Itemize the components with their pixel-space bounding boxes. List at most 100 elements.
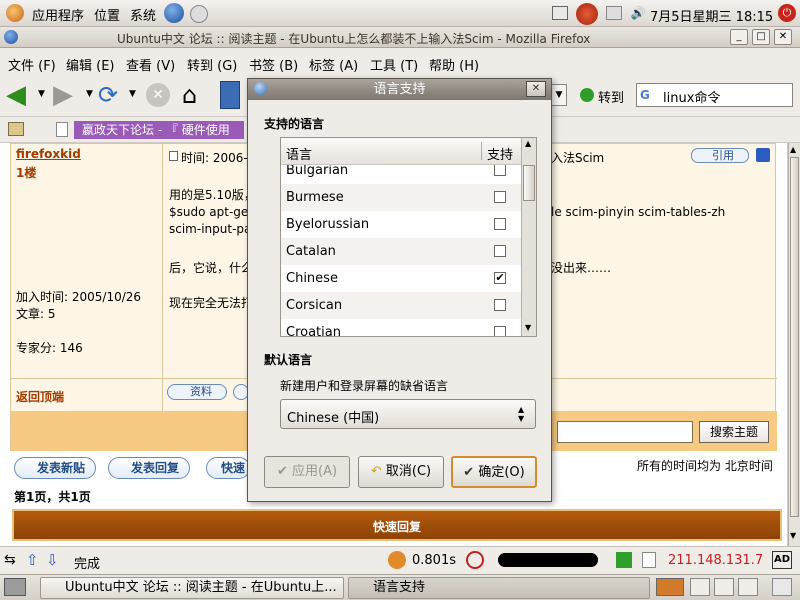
menu-edit[interactable]: 编辑 (E) — [66, 55, 115, 74]
list-scroll-down-icon[interactable]: ▼ — [525, 323, 531, 332]
new-post-button[interactable]: 发表新贴 — [14, 457, 96, 479]
workspace-4[interactable] — [738, 578, 758, 596]
dialog-title-bar[interactable]: 语言支持 ✕ — [248, 79, 551, 100]
ad-badge[interactable]: AD — [772, 551, 792, 569]
menu-places[interactable]: 位置 — [94, 5, 120, 24]
volume-speaker-icon[interactable]: 🔊 — [630, 6, 646, 20]
support-checkbox-checked[interactable]: ✔ — [494, 272, 506, 284]
language-row[interactable]: Corsican — [281, 292, 521, 319]
search-topic-input[interactable] — [557, 421, 693, 443]
taskbar-item-language-support[interactable]: 语言支持 — [348, 577, 650, 599]
search-topic-button[interactable]: 搜索主题 — [699, 421, 769, 443]
profile-button[interactable]: 资料 — [167, 384, 227, 400]
minimize-button[interactable]: _ — [730, 29, 748, 45]
menu-help[interactable]: 帮助 (H) — [429, 55, 479, 74]
post-author[interactable]: firefoxkid — [16, 147, 81, 161]
firefox-launcher-icon[interactable] — [164, 3, 184, 23]
ubuntu-logo-icon[interactable] — [6, 4, 24, 22]
search-box[interactable]: G linux命令 — [636, 83, 793, 107]
scroll-thumb[interactable] — [790, 157, 799, 517]
upload-icon[interactable]: ⇧ — [26, 551, 39, 569]
progress-pill — [498, 553, 598, 567]
go-button[interactable]: 转到 — [598, 87, 624, 106]
scroll-up-icon[interactable]: ▲ — [790, 145, 796, 154]
page-info-icon[interactable] — [616, 552, 632, 568]
show-desktop-icon[interactable] — [4, 578, 26, 596]
menu-view[interactable]: 查看 (V) — [126, 55, 175, 74]
forward-dropdown-icon[interactable]: ▼ — [86, 89, 93, 99]
menu-tools[interactable]: 工具 (T) — [370, 55, 418, 74]
status-text: 完成 — [74, 557, 101, 572]
quote-button[interactable]: 引用 — [691, 148, 749, 163]
bookmark-tab-1[interactable]: 嬴政天下论坛 - 『 硬件使用 — [74, 121, 244, 139]
forward-icon[interactable]: ▶ — [53, 81, 81, 109]
maximize-button[interactable]: □ — [752, 29, 770, 45]
volume-icon[interactable] — [606, 6, 622, 20]
post-body-line3: scim-input-pa — [169, 222, 252, 236]
edit-icon[interactable] — [756, 148, 770, 162]
language-row[interactable]: Byelorussian — [281, 211, 521, 238]
menu-bookmarks[interactable]: 书签 (B) — [249, 55, 298, 74]
menu-go[interactable]: 转到 (G) — [187, 55, 237, 74]
page-scrollbar[interactable]: ▲ ▼ — [788, 143, 800, 546]
adblock-icon[interactable] — [466, 551, 484, 569]
home-icon[interactable]: ⌂ — [182, 81, 210, 109]
workspace-3[interactable] — [714, 578, 734, 596]
search-input[interactable]: linux命令 — [663, 87, 720, 106]
back-to-top-link[interactable]: 返回顶端 — [16, 388, 64, 405]
support-checkbox[interactable] — [494, 245, 506, 257]
back-dropdown-icon[interactable]: ▼ — [38, 89, 45, 99]
reload-icon[interactable]: ⟳ — [98, 81, 126, 109]
workspace-2[interactable] — [690, 578, 710, 596]
clock[interactable]: 7月5日星期三 18:15 — [650, 6, 773, 25]
eject-icon[interactable] — [552, 6, 568, 20]
firebug-icon[interactable] — [388, 551, 406, 569]
bookmark-icon[interactable] — [220, 81, 240, 109]
stop-icon[interactable]: ✕ — [146, 83, 170, 107]
menu-applications[interactable]: 应用程序 — [32, 5, 84, 24]
support-checkbox[interactable] — [494, 191, 506, 203]
connection-icon[interactable]: ⇆ — [4, 552, 16, 568]
support-checkbox[interactable] — [494, 326, 506, 336]
bookmark-folder-icon[interactable] — [8, 122, 24, 136]
reply-button[interactable]: 发表回复 — [108, 457, 190, 479]
bottom-panel: Ubuntu中文 论坛 :: 阅读主题 - 在Ubuntu上... 语言支持 — [0, 574, 800, 600]
reload-dropdown-icon[interactable]: ▼ — [129, 89, 136, 99]
document-icon[interactable] — [642, 552, 656, 568]
language-row[interactable]: Catalan — [281, 238, 521, 265]
language-row[interactable]: Chinese ✔ — [281, 265, 521, 292]
apply-button[interactable]: ✔ 应用(A) — [264, 456, 350, 488]
support-checkbox[interactable] — [494, 164, 506, 176]
ok-button[interactable]: ✔ 确定(O) — [451, 456, 537, 488]
back-icon[interactable]: ◀ — [6, 81, 34, 109]
close-button[interactable]: ✕ — [774, 29, 792, 45]
scroll-down-icon[interactable]: ▼ — [790, 531, 796, 540]
power-icon[interactable]: ⏻ — [778, 4, 796, 22]
workspace-switcher[interactable] — [656, 578, 684, 596]
network-icon[interactable] — [576, 3, 598, 25]
language-row[interactable]: Burmese — [281, 184, 521, 211]
download-icon[interactable]: ⇩ — [46, 551, 59, 569]
evolution-launcher-icon[interactable] — [190, 5, 208, 23]
language-list-scrollbar[interactable]: ▲ ▼ — [521, 138, 536, 336]
support-checkbox[interactable] — [494, 299, 506, 311]
search-engine-icon[interactable]: G — [640, 88, 650, 102]
support-checkbox[interactable] — [494, 218, 506, 230]
trash-icon[interactable] — [772, 578, 792, 596]
menu-system[interactable]: 系统 — [130, 5, 156, 24]
cancel-button[interactable]: ↶ 取消(C) — [358, 456, 444, 488]
default-language-select[interactable]: Chinese (中国) ▲ ▼ — [280, 399, 536, 429]
load-time: 0.801s — [412, 553, 456, 568]
go-icon[interactable] — [580, 88, 594, 102]
url-dropdown-icon[interactable]: ▼ — [551, 84, 567, 106]
menu-tabs[interactable]: 标签 (A) — [309, 55, 358, 74]
quick-reply-bar[interactable]: 快速回复 — [12, 509, 782, 541]
list-scroll-thumb[interactable] — [523, 165, 535, 201]
window-title-bar[interactable]: Ubuntu中文 论坛 :: 阅读主题 - 在Ubuntu上怎么都装不上输入法S… — [0, 27, 800, 48]
language-row[interactable]: Croatian — [281, 319, 521, 336]
quick-button[interactable]: 快速 — [206, 457, 250, 479]
list-scroll-up-icon[interactable]: ▲ — [525, 139, 531, 148]
menu-file[interactable]: 文件 (F) — [8, 55, 56, 74]
dialog-close-button[interactable]: ✕ — [526, 81, 546, 97]
taskbar-item-firefox[interactable]: Ubuntu中文 论坛 :: 阅读主题 - 在Ubuntu上... — [40, 577, 344, 599]
